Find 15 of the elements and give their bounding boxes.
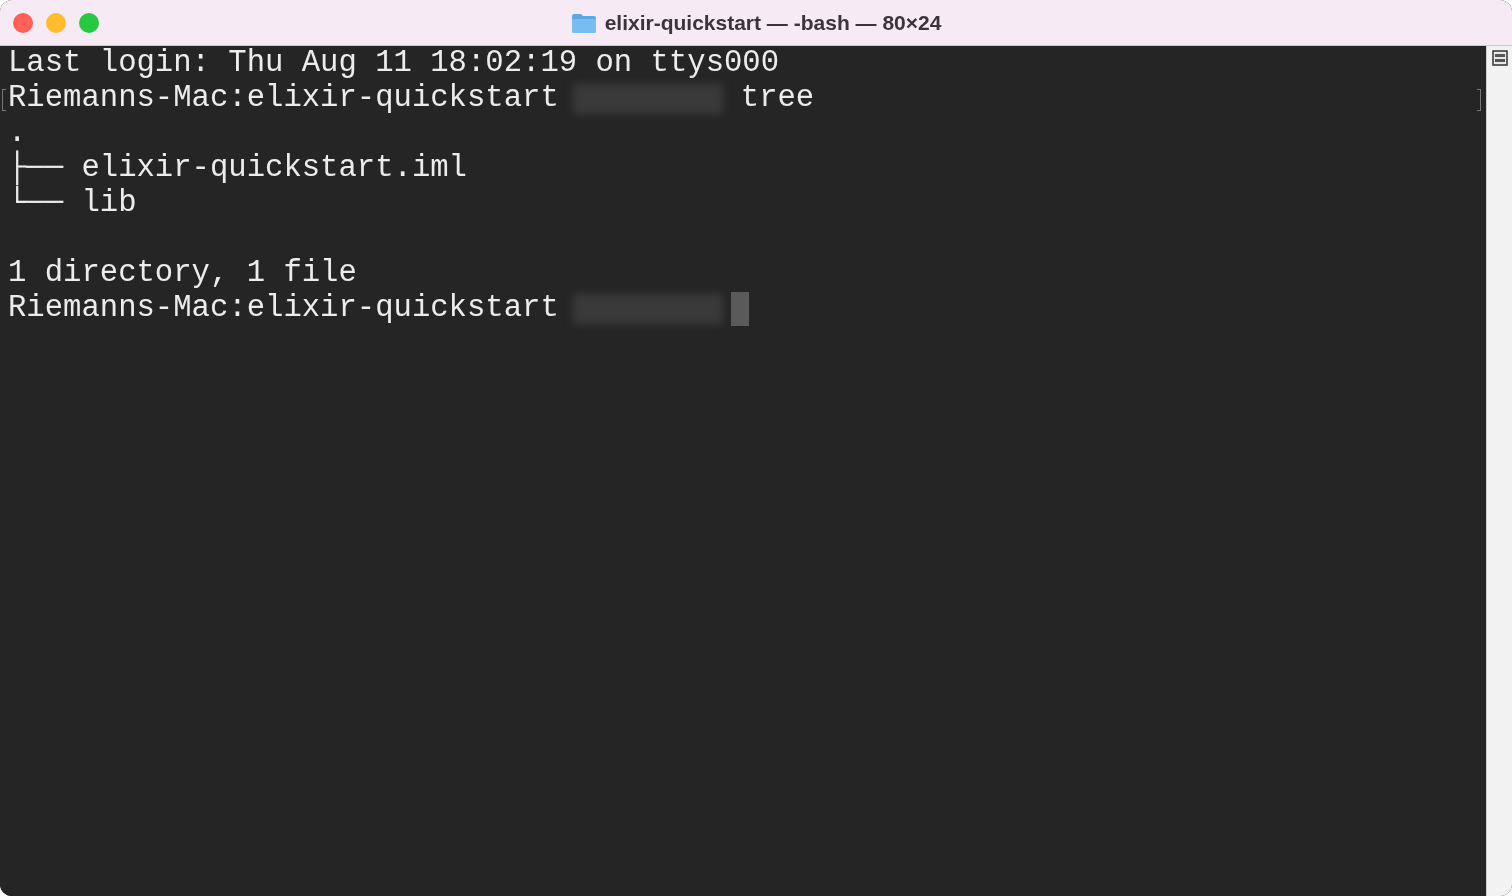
- close-button[interactable]: [13, 12, 33, 33]
- line-mark: [1477, 89, 1481, 111]
- terminal-output: Last login: Thu Aug 11 18:02:19 on ttys000: [8, 46, 780, 81]
- zoom-button[interactable]: [79, 12, 99, 33]
- terminal-output: .: [8, 116, 27, 150]
- window-title: elixir-quickstart — -bash — 80×24: [604, 10, 942, 35]
- terminal-output: └── lib: [8, 186, 137, 221]
- terminal-output: 1 directory, 1 file: [8, 256, 357, 291]
- folder-icon: [570, 11, 597, 34]
- minimize-button[interactable]: [46, 12, 66, 33]
- terminal-output: ├── elixir-quickstart.iml: [8, 151, 467, 185]
- terminal-command: tree: [740, 81, 815, 116]
- split-pane-icon[interactable]: [1491, 50, 1508, 66]
- shell-prompt: Riemanns-Mac:elixir-quickstart: [8, 81, 559, 116]
- shell-prompt: Riemanns-Mac:elixir-quickstart: [8, 291, 559, 326]
